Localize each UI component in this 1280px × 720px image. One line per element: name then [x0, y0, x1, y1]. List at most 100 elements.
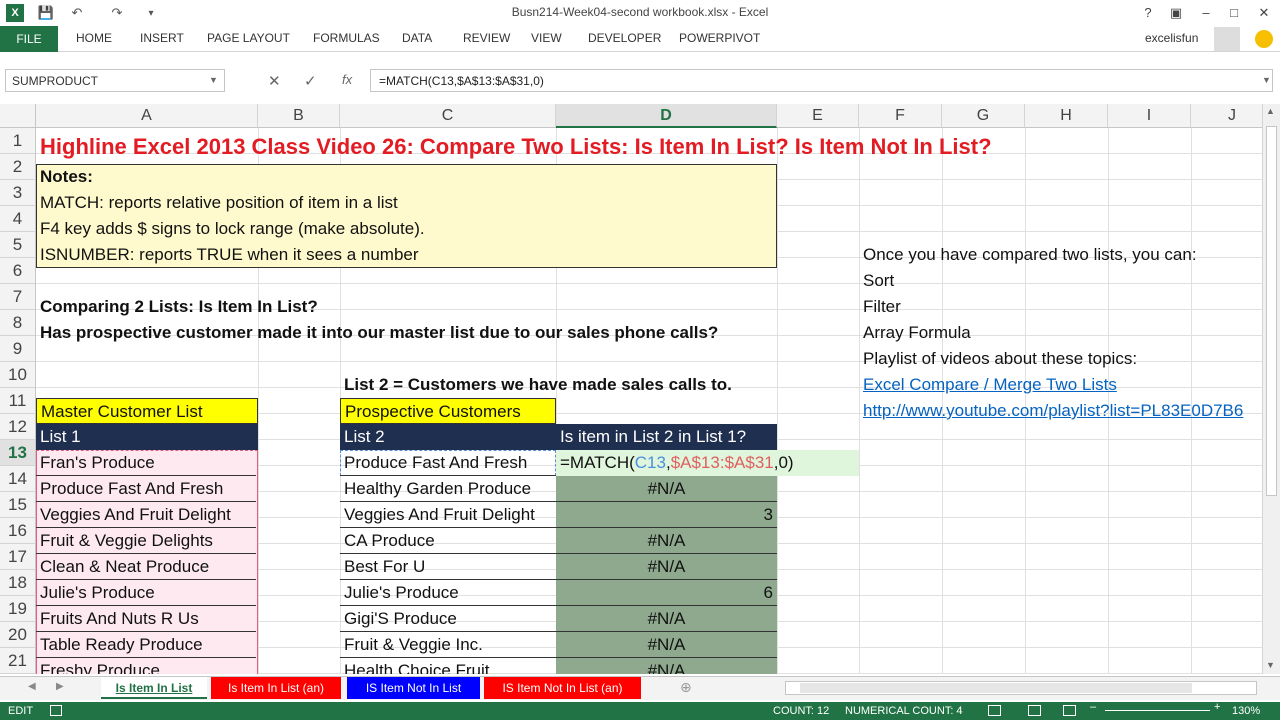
match-result-cell[interactable]: 6	[556, 580, 777, 606]
row-header-17[interactable]: 17	[0, 544, 36, 570]
list2-header[interactable]: List 2	[340, 424, 556, 450]
help-button[interactable]: ?	[1136, 2, 1160, 24]
sheet-tab-not-in-list[interactable]: IS Item Not In List	[347, 677, 480, 699]
row-header-11[interactable]: 11	[0, 388, 36, 414]
list1-item[interactable]: Fran's Produce	[36, 450, 256, 476]
question-text[interactable]: Has prospective customer made it into ou…	[36, 320, 836, 346]
note-match[interactable]: MATCH: reports relative position of item…	[36, 190, 756, 216]
sheet-tab-not-in-list-an[interactable]: IS Item Not In List (an)	[484, 677, 641, 699]
scroll-down-icon[interactable]: ▼	[1266, 660, 1275, 670]
list1-item[interactable]: Julie's Produce	[36, 580, 256, 606]
row-header-4[interactable]: 4	[0, 206, 36, 232]
maximize-icon[interactable]: □	[1222, 2, 1246, 24]
zoom-slider[interactable]	[1105, 710, 1210, 711]
row-header-10[interactable]: 10	[0, 362, 36, 388]
column-header-b[interactable]: B	[258, 104, 340, 128]
worksheet-grid[interactable]: A B C D E F G H I J 1 2 3 4 5 6 7 8 9 10 11 12 13 14 1…	[0, 104, 1262, 674]
sheet-tab-is-item-in-list[interactable]: Is Item In List	[101, 677, 207, 699]
sheet-tab-is-item-in-list-an[interactable]: Is Item In List (an)	[211, 677, 341, 699]
tip-sort[interactable]: Sort	[859, 268, 1159, 294]
tip-filter[interactable]: Filter	[859, 294, 1159, 320]
list1-item[interactable]: Freshy Produce	[36, 658, 256, 674]
tab-view[interactable]: VIEW	[531, 31, 562, 45]
numerical-count-indicator[interactable]: NUMERICAL COUNT: 4	[845, 705, 963, 717]
comparing-heading[interactable]: Comparing 2 Lists: Is Item In List?	[36, 294, 756, 320]
list1-item[interactable]: Fruits And Nuts R Us	[36, 606, 256, 632]
list2-description[interactable]: List 2 = Customers we have made sales ca…	[340, 372, 770, 398]
column-header-h[interactable]: H	[1025, 104, 1108, 128]
edit-formula-text[interactable]: =MATCH(C13,$A$13:$A$31,0)	[556, 450, 856, 476]
select-all-corner[interactable]	[0, 104, 36, 128]
row-header-14[interactable]: 14	[0, 466, 36, 492]
tab-data[interactable]: DATA	[402, 31, 432, 45]
page-layout-view-icon[interactable]	[1028, 705, 1041, 716]
playlist-link-url[interactable]: http://www.youtube.com/playlist?list=PL8…	[859, 398, 1259, 424]
insert-function-icon[interactable]: fx	[342, 72, 352, 87]
column-header-c[interactable]: C	[340, 104, 556, 128]
playlist-heading[interactable]: Playlist of videos about these topics:	[859, 346, 1259, 372]
column-header-f[interactable]: F	[859, 104, 942, 128]
match-result-cell[interactable]: #N/A	[556, 606, 777, 632]
row-header-12[interactable]: 12	[0, 414, 36, 440]
macro-record-icon[interactable]	[50, 705, 62, 716]
column-header-j[interactable]: J	[1191, 104, 1262, 128]
new-sheet-icon[interactable]: ⊕	[680, 679, 692, 696]
row-header-8[interactable]: 8	[0, 310, 36, 336]
notes-heading[interactable]: Notes:	[36, 164, 756, 190]
list2-item[interactable]: Gigi'S Produce	[340, 606, 556, 632]
match-result-header[interactable]: Is item in List 2 in List 1?	[556, 424, 777, 450]
column-header-d[interactable]: D	[556, 104, 777, 128]
list2-item[interactable]: Fruit & Veggie Inc.	[340, 632, 556, 658]
row-header-9[interactable]: 9	[0, 336, 36, 362]
match-result-cell[interactable]: #N/A	[556, 476, 777, 502]
tab-review[interactable]: REVIEW	[463, 31, 510, 45]
list2-item[interactable]: Healthy Garden Produce	[340, 476, 556, 502]
tab-file[interactable]: FILE	[0, 26, 58, 52]
row-header-15[interactable]: 15	[0, 492, 36, 518]
list1-item[interactable]: Veggies And Fruit Delight	[36, 502, 256, 528]
match-result-cell[interactable]: #N/A	[556, 632, 777, 658]
row-header-1[interactable]: 1	[0, 128, 36, 154]
name-box[interactable]: SUMPRODUCT	[5, 69, 225, 92]
list2-item[interactable]: Health Choice Fruit	[340, 658, 556, 674]
next-sheet-icon[interactable]: ▶	[56, 681, 64, 692]
vertical-scrollbar[interactable]: ▲ ▼	[1262, 104, 1280, 674]
column-header-i[interactable]: I	[1108, 104, 1191, 128]
list2-item[interactable]: Julie's Produce	[340, 580, 556, 606]
scroll-thumb[interactable]	[1266, 126, 1277, 496]
match-result-cell[interactable]: #N/A	[556, 528, 777, 554]
playlist-link-title[interactable]: Excel Compare / Merge Two Lists	[859, 372, 1259, 398]
row-header-5[interactable]: 5	[0, 232, 36, 258]
user-name[interactable]: excelisfun	[1145, 31, 1198, 45]
row-header-16[interactable]: 16	[0, 518, 36, 544]
row-header-21[interactable]: 21	[0, 648, 36, 674]
zoom-out-icon[interactable]: –	[1090, 701, 1096, 713]
row-header-18[interactable]: 18	[0, 570, 36, 596]
prospective-header[interactable]: Prospective Customers	[340, 398, 556, 424]
list1-item[interactable]: Clean & Neat Produce	[36, 554, 256, 580]
zoom-level[interactable]: 130%	[1232, 705, 1260, 717]
tab-formulas[interactable]: FORMULAS	[313, 31, 380, 45]
enter-check-icon[interactable]: ✓	[304, 72, 317, 90]
tab-home[interactable]: HOME	[76, 31, 112, 45]
tab-powerpivot[interactable]: POWERPIVOT	[679, 31, 760, 45]
sheet-title[interactable]: Highline Excel 2013 Class Video 26: Comp…	[36, 134, 1236, 160]
expand-formula-icon[interactable]: ▼	[1262, 75, 1271, 85]
note-isnumber[interactable]: ISNUMBER: reports TRUE when it sees a nu…	[36, 242, 756, 268]
zoom-in-icon[interactable]: +	[1214, 701, 1220, 713]
tab-page-layout[interactable]: PAGE LAYOUT	[207, 31, 290, 45]
row-header-3[interactable]: 3	[0, 180, 36, 206]
normal-view-icon[interactable]	[988, 705, 1001, 716]
name-box-dropdown-icon[interactable]: ▼	[209, 75, 218, 85]
prev-sheet-icon[interactable]: ◀	[28, 681, 36, 692]
tab-insert[interactable]: INSERT	[140, 31, 184, 45]
page-break-view-icon[interactable]	[1063, 705, 1076, 716]
row-header-19[interactable]: 19	[0, 596, 36, 622]
column-header-a[interactable]: A	[36, 104, 258, 128]
scroll-up-icon[interactable]: ▲	[1266, 106, 1275, 116]
user-avatar[interactable]	[1214, 27, 1240, 51]
match-result-cell[interactable]: #N/A	[556, 658, 777, 674]
list1-item[interactable]: Fruit & Veggie Delights	[36, 528, 256, 554]
master-list-header[interactable]: Master Customer List	[36, 398, 258, 424]
list1-header[interactable]: List 1	[36, 424, 258, 450]
